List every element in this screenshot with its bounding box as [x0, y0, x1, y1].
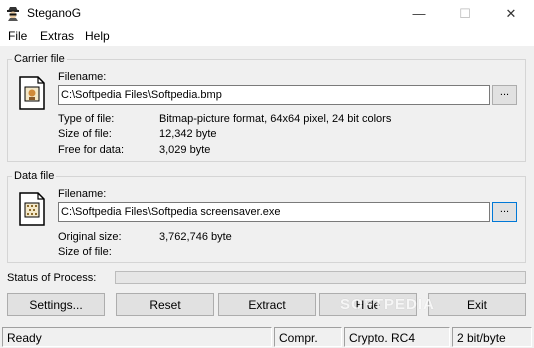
data-filename-label: Filename:	[58, 188, 107, 200]
carrier-type-value: Bitmap-picture format, 64x64 pixel, 24 b…	[159, 113, 392, 125]
carrier-group-label: Carrier file	[12, 53, 67, 65]
carrier-filename-input[interactable]: C:\Softpedia Files\Softpedia.bmp	[58, 85, 490, 105]
carrier-size-label: Size of file:	[58, 128, 112, 140]
carrier-type-label: Type of file:	[58, 113, 115, 125]
status-bits: 2 bit/byte	[452, 327, 532, 347]
data-file-icon	[19, 192, 45, 226]
menu-help[interactable]: Help	[85, 29, 110, 43]
process-progress-bar	[115, 271, 526, 284]
extract-button[interactable]: Extract	[218, 293, 316, 316]
data-size-label: Size of file:	[58, 246, 112, 258]
carrier-browse-button[interactable]: ...	[492, 85, 517, 105]
carrier-filename-label: Filename:	[58, 71, 107, 83]
reset-button[interactable]: Reset	[116, 293, 214, 316]
process-status-label: Status of Process:	[7, 272, 97, 284]
maximize-button[interactable]: ☐	[442, 0, 488, 27]
data-original-size-value: 3,762,746 byte	[159, 231, 232, 243]
menu-extras[interactable]: Extras	[40, 29, 74, 43]
data-group-label: Data file	[12, 170, 57, 182]
menu-bar: File Extras Help	[0, 27, 534, 46]
spy-icon	[7, 7, 19, 21]
menu-file[interactable]: File	[8, 29, 27, 43]
carrier-free-value: 3,029 byte	[159, 144, 211, 156]
data-browse-button[interactable]: ...	[492, 202, 517, 222]
data-filename-input[interactable]: C:\Softpedia Files\Softpedia screensaver…	[58, 202, 490, 222]
minimize-icon: —	[412, 6, 426, 21]
status-ready: Ready	[2, 327, 272, 347]
window-title: SteganoG	[27, 6, 82, 20]
status-compression: Compr.	[274, 327, 342, 347]
carrier-free-label: Free for data:	[58, 144, 125, 156]
close-button[interactable]: ✕	[488, 0, 534, 27]
carrier-size-value: 12,342 byte	[159, 128, 217, 140]
maximize-icon: ☐	[459, 5, 471, 21]
settings-button[interactable]: Settings...	[7, 293, 105, 316]
title-bar: SteganoG — ☐ ✕	[0, 0, 534, 27]
status-bar: Ready Compr. Crypto. RC4 2 bit/byte	[0, 325, 534, 348]
close-icon: ✕	[505, 5, 517, 21]
picture-file-icon	[19, 76, 45, 110]
exit-button[interactable]: Exit	[428, 293, 526, 316]
status-crypto: Crypto. RC4	[344, 327, 450, 347]
data-original-size-label: Original size:	[58, 231, 122, 243]
hide-button[interactable]: Hide	[319, 293, 417, 316]
minimize-button[interactable]: —	[396, 0, 442, 27]
